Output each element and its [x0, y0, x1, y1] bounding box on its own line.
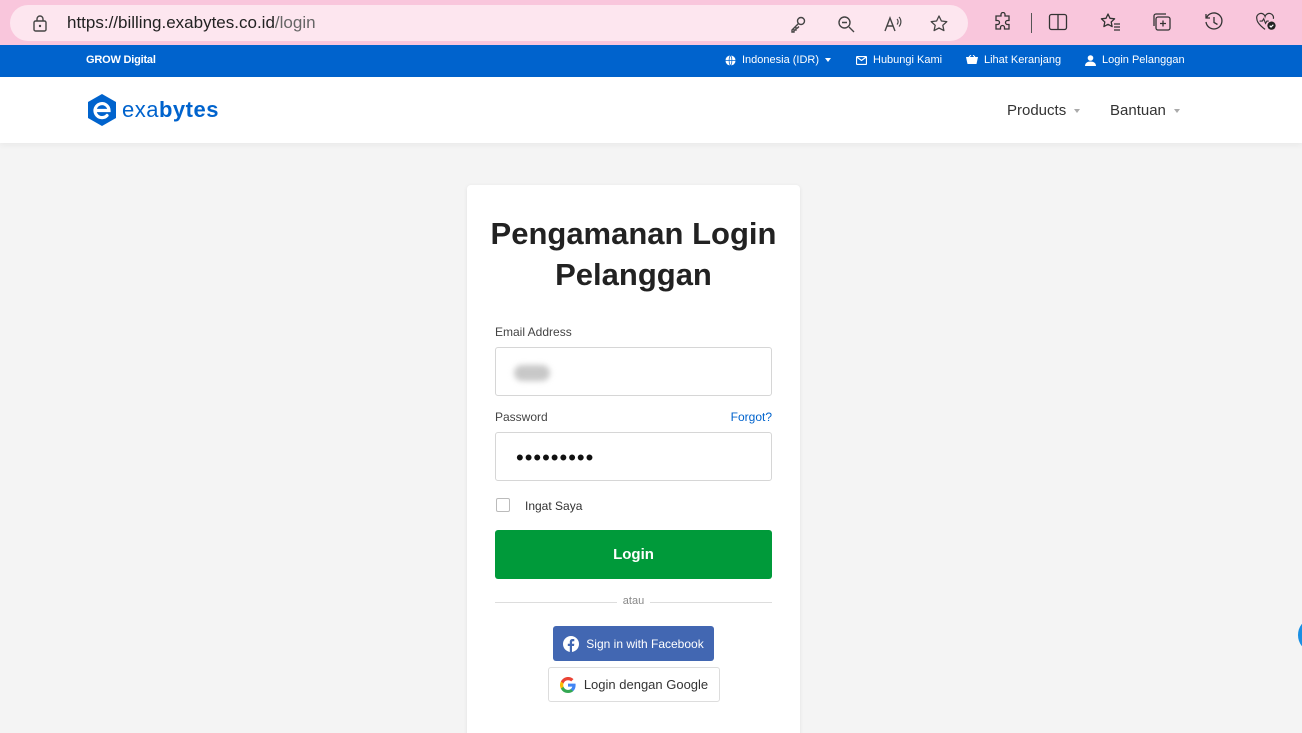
- user-icon: [1085, 54, 1096, 66]
- redacted-email: [514, 365, 550, 381]
- google-icon: [559, 676, 576, 693]
- email-field[interactable]: [495, 347, 772, 396]
- chevron-down-icon: [1173, 108, 1180, 113]
- browser-toolbar: https://billing.exabytes.co.id/login: [0, 0, 1302, 45]
- nav-bantuan-label: Bantuan: [1110, 102, 1166, 119]
- logo-wordmark: exabytes: [122, 97, 219, 123]
- region-selector[interactable]: Indonesia (IDR): [725, 54, 832, 66]
- remember-me-checkbox[interactable]: [496, 498, 510, 512]
- facebook-signin-label: Sign in with Facebook: [586, 636, 704, 651]
- cart-link[interactable]: Lihat Keranjang: [966, 54, 1061, 66]
- facebook-signin-button[interactable]: Sign in with Facebook: [553, 626, 714, 661]
- url-path: /login: [274, 13, 316, 32]
- password-field[interactable]: •••••••••: [495, 432, 772, 481]
- logo-suffix: bytes: [158, 97, 219, 122]
- email-label: Email Address: [495, 325, 572, 339]
- url-text[interactable]: https://billing.exabytes.co.id/login: [67, 13, 316, 33]
- toolbar-separator: [1031, 13, 1032, 33]
- zoom-out-icon[interactable]: [836, 14, 856, 34]
- nav-products-label: Products: [1007, 102, 1067, 119]
- collections-icon[interactable]: [1151, 11, 1173, 33]
- extensions-icon[interactable]: [992, 11, 1014, 33]
- favorites-icon[interactable]: [1099, 11, 1121, 33]
- split-screen-icon[interactable]: [1047, 11, 1069, 33]
- remember-me-label[interactable]: Ingat Saya: [525, 499, 582, 513]
- chevron-down-icon: [825, 58, 832, 62]
- customer-login-link[interactable]: Login Pelanggan: [1085, 54, 1185, 66]
- history-icon[interactable]: [1203, 11, 1225, 33]
- url-host: https://billing.exabytes.co.id: [67, 13, 275, 32]
- google-login-label: Login dengan Google: [583, 677, 709, 692]
- facebook-icon: [563, 635, 580, 652]
- contact-label: Hubungi Kami: [873, 54, 943, 66]
- cart-label: Lihat Keranjang: [984, 54, 1062, 66]
- envelope-icon: [856, 55, 867, 65]
- chevron-down-icon: [1074, 108, 1081, 113]
- chat-widget-button[interactable]: [1298, 620, 1302, 650]
- login-card: Pengamanan Login Pelanggan Email Address…: [467, 185, 800, 733]
- password-mask: •••••••••: [516, 445, 595, 470]
- exabytes-logo[interactable]: exabytes: [86, 93, 219, 127]
- nav-products[interactable]: Products: [1007, 102, 1081, 119]
- page-title: Pengamanan Login Pelanggan: [490, 216, 777, 292]
- login-button[interactable]: Login: [495, 530, 772, 579]
- google-login-button[interactable]: Login dengan Google: [548, 667, 720, 702]
- password-key-icon[interactable]: [788, 14, 808, 34]
- browser-essentials-icon[interactable]: [1255, 11, 1277, 33]
- forgot-password-link[interactable]: Forgot?: [731, 410, 772, 424]
- password-label: Password: [495, 410, 548, 424]
- utility-bar: GROW Digital Indonesia (IDR) Hubungi Kam…: [0, 45, 1302, 77]
- nav-bantuan[interactable]: Bantuan: [1110, 102, 1180, 119]
- site-header: exabytes Products Bantuan: [0, 77, 1302, 143]
- logo-prefix: exa: [122, 97, 159, 122]
- address-bar[interactable]: https://billing.exabytes.co.id/login: [10, 5, 968, 41]
- contact-link[interactable]: Hubungi Kami: [856, 54, 942, 66]
- grow-digital-link[interactable]: GROW Digital: [86, 54, 156, 66]
- divider-label: atau: [616, 595, 651, 607]
- basket-icon: [966, 55, 978, 64]
- customer-login-label: Login Pelanggan: [1102, 54, 1185, 66]
- region-label: Indonesia (IDR): [742, 54, 820, 66]
- site-info-icon[interactable]: [32, 14, 48, 32]
- divider: atau: [467, 595, 800, 607]
- favorite-star-icon[interactable]: [929, 14, 949, 34]
- globe-icon: [725, 54, 736, 66]
- exabytes-hexagon-icon: [88, 94, 116, 126]
- read-aloud-icon[interactable]: [883, 14, 903, 34]
